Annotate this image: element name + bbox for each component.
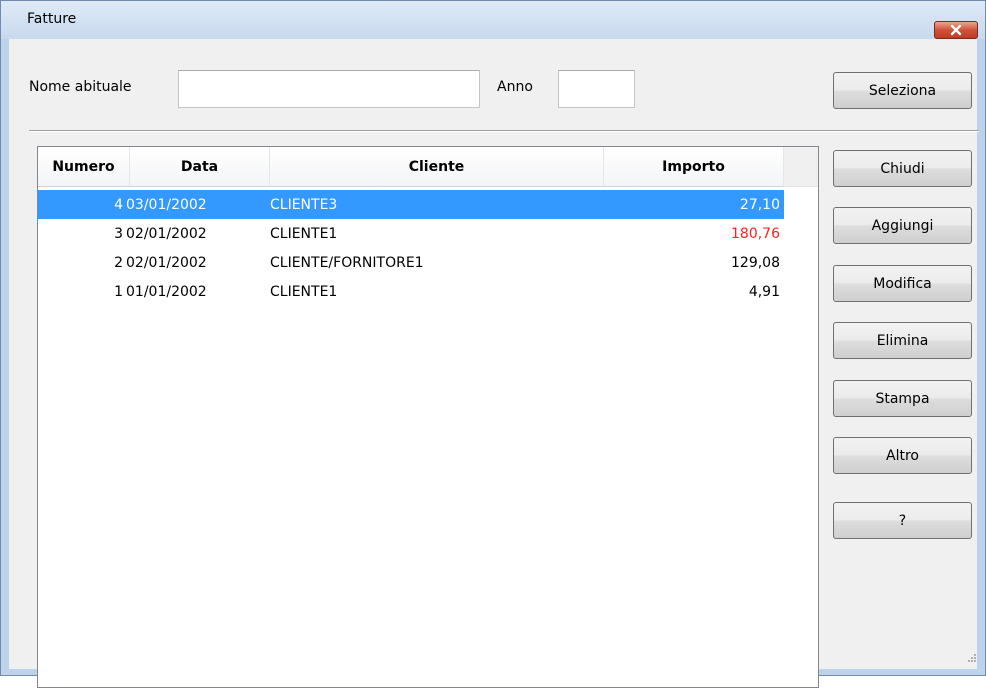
- resize-grip-icon[interactable]: [965, 651, 977, 663]
- help-button[interactable]: ?: [833, 502, 972, 539]
- cell-numero: 2: [114, 254, 123, 271]
- invoice-list[interactable]: Numero Data Cliente Importo 4 03/01/2002…: [37, 146, 819, 688]
- cell-data: 02/01/2002: [126, 254, 207, 271]
- column-header-cliente[interactable]: Cliente: [270, 147, 604, 187]
- cell-data: 02/01/2002: [126, 225, 207, 242]
- stampa-button[interactable]: Stampa: [833, 380, 972, 417]
- aggiungi-button[interactable]: Aggiungi: [833, 207, 972, 244]
- seleziona-button[interactable]: Seleziona: [833, 72, 972, 109]
- cell-importo: 180,76: [731, 225, 780, 242]
- cell-data: 03/01/2002: [126, 196, 207, 213]
- altro-button[interactable]: Altro: [833, 437, 972, 474]
- cell-importo: 4,91: [748, 283, 780, 300]
- cell-importo: 27,10: [739, 196, 780, 213]
- cell-numero: 1: [114, 283, 123, 300]
- close-icon: [950, 24, 962, 36]
- name-input[interactable]: [178, 70, 480, 108]
- table-row[interactable]: 4 03/01/2002 CLIENTE3 27,10: [38, 190, 784, 219]
- list-header: Numero Data Cliente Importo: [38, 147, 818, 187]
- separator: [29, 130, 979, 132]
- year-label: Anno: [497, 79, 533, 95]
- cell-cliente: CLIENTE3: [270, 196, 338, 213]
- cell-importo: 129,08: [731, 254, 780, 271]
- cell-cliente: CLIENTE1: [270, 225, 338, 242]
- modifica-button[interactable]: Modifica: [833, 265, 972, 302]
- title-bar[interactable]: Fatture: [1, 1, 985, 39]
- cell-data: 01/01/2002: [126, 283, 207, 300]
- cell-numero: 4: [114, 196, 123, 213]
- name-label: Nome abituale: [29, 79, 132, 95]
- table-row[interactable]: 1 01/01/2002 CLIENTE1 4,91: [38, 277, 784, 306]
- column-header-importo[interactable]: Importo: [604, 147, 784, 187]
- column-header-data[interactable]: Data: [130, 147, 270, 187]
- elimina-button[interactable]: Elimina: [833, 322, 972, 359]
- window-title: Fatture: [27, 11, 77, 27]
- cell-numero: 3: [114, 225, 123, 242]
- cell-cliente: CLIENTE/FORNITORE1: [270, 254, 424, 271]
- table-row[interactable]: 3 02/01/2002 CLIENTE1 180,76: [38, 219, 784, 248]
- list-rows: 4 03/01/2002 CLIENTE3 27,10 3 02/01/2002…: [38, 190, 784, 306]
- table-row[interactable]: 2 02/01/2002 CLIENTE/FORNITORE1 129,08: [38, 248, 784, 277]
- chiudi-button[interactable]: Chiudi: [833, 150, 972, 187]
- column-header-filler: [784, 147, 818, 187]
- fatture-window: Fatture Nome abituale Anno Seleziona Num…: [0, 0, 986, 688]
- column-header-numero[interactable]: Numero: [38, 147, 130, 187]
- cell-cliente: CLIENTE1: [270, 283, 338, 300]
- year-input[interactable]: [558, 70, 635, 108]
- close-button[interactable]: [934, 21, 978, 39]
- dialog-body: Nome abituale Anno Seleziona Numero Data…: [9, 39, 979, 688]
